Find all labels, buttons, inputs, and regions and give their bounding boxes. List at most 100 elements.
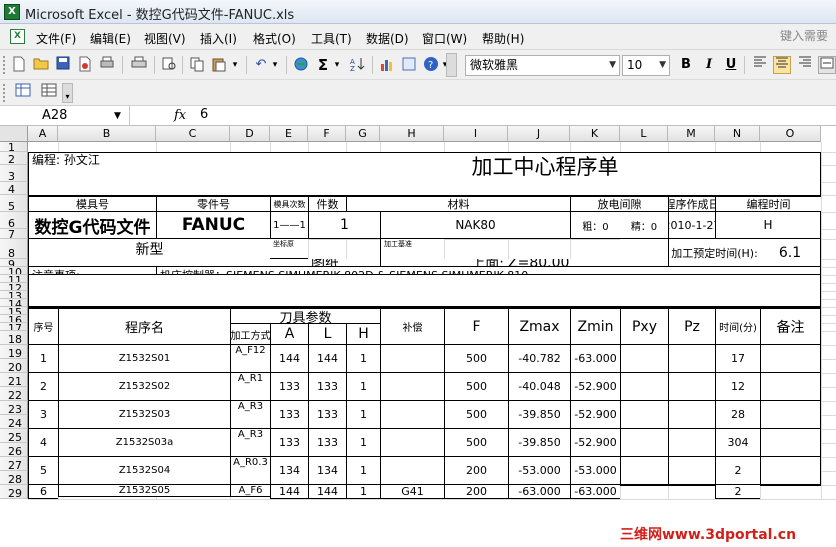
program-l[interactable]: 144 <box>308 485 346 499</box>
program-h[interactable]: 1 <box>346 345 380 373</box>
row-header[interactable]: 28 <box>0 471 28 485</box>
save-icon[interactable] <box>54 56 72 74</box>
column-header[interactable]: H <box>380 126 444 142</box>
toolbar-grip[interactable] <box>3 84 6 102</box>
header-material[interactable]: 材料 <box>346 195 570 212</box>
program-a[interactable]: 133 <box>270 429 308 457</box>
header-program-time[interactable]: 编程时间 <box>715 195 821 212</box>
help-icon[interactable]: ? <box>422 56 440 74</box>
coord-origin-label[interactable]: 坐标原 <box>270 239 308 259</box>
program-comp[interactable] <box>380 457 444 485</box>
column-header[interactable]: D <box>230 126 270 142</box>
new-file-icon[interactable] <box>10 56 28 74</box>
toolbar-grip[interactable] <box>3 56 6 74</box>
controller-cell[interactable]: 机床控制器：SIEMENS SIMUMERIK 802D & SIEMENS S… <box>156 267 821 275</box>
row-header[interactable]: 16 <box>0 315 28 323</box>
program-f[interactable]: 200 <box>444 457 508 485</box>
chevron-down-icon[interactable]: ▼ <box>609 56 616 75</box>
row-header[interactable]: 21 <box>0 373 28 387</box>
toolbar-overflow-button[interactable] <box>446 53 457 77</box>
print-preview-icon[interactable] <box>98 56 116 74</box>
program-name[interactable]: Z1532S05 <box>58 485 230 497</box>
program-remarks[interactable] <box>760 345 821 373</box>
header-pxy[interactable]: Pxy <box>620 307 668 345</box>
row-header[interactable]: 19 <box>0 345 28 359</box>
header-pz[interactable]: Pz <box>668 307 715 345</box>
program-name[interactable]: Z1532S01 <box>58 345 230 373</box>
column-header[interactable]: A <box>28 126 58 142</box>
row-header[interactable]: 7 <box>0 229 28 239</box>
menu-help[interactable]: 帮助(H) <box>482 30 524 47</box>
program-time[interactable]: 304 <box>715 429 760 457</box>
program-remarks[interactable] <box>760 457 821 485</box>
row-header[interactable]: 25 <box>0 429 28 443</box>
row-header[interactable]: 8 <box>0 239 28 259</box>
header-part-no[interactable]: 零件号 <box>156 195 270 212</box>
program-seq[interactable]: 4 <box>28 429 58 457</box>
fine-gap-value[interactable]: 精：0 <box>620 212 668 239</box>
menu-edit[interactable]: 编辑(E) <box>90 30 131 47</box>
program-zmax[interactable]: -39.850 <box>508 429 570 457</box>
program-time[interactable]: 17 <box>715 345 760 373</box>
row-header[interactable]: 3 <box>0 165 28 182</box>
program-seq[interactable]: 6 <box>28 485 58 499</box>
mold-number-value[interactable]: 数控G代码文件 <box>28 212 156 239</box>
column-header[interactable]: E <box>270 126 308 142</box>
header-edm-gap[interactable]: 放电间隙 <box>570 195 668 212</box>
part-number-value[interactable]: FANUC <box>156 212 270 239</box>
menu-file[interactable]: 文件(F) <box>36 30 76 47</box>
program-a[interactable]: 144 <box>270 345 308 373</box>
row-header[interactable]: 18 <box>0 331 28 345</box>
worksheet-grid[interactable]: ABCDEFGHIJKLMNO 1 2 3 4 5 6 7 8 9 10 11 12 13 14 15 16 1… <box>0 126 836 547</box>
program-pxy[interactable] <box>620 373 668 401</box>
header-remarks[interactable]: 备注 <box>760 307 821 345</box>
autosum-icon[interactable]: Σ <box>314 56 332 74</box>
menu-data[interactable]: 数据(D) <box>366 30 409 47</box>
sort-ascending-icon[interactable]: AZ <box>348 56 366 74</box>
program-remarks[interactable] <box>760 429 821 457</box>
row-header[interactable]: 20 <box>0 359 28 373</box>
row-header[interactable]: 5 <box>0 195 28 212</box>
row-header[interactable]: 29 <box>0 485 28 499</box>
row-header[interactable]: 2 <box>0 152 28 165</box>
program-pxy[interactable] <box>620 457 668 485</box>
header-a[interactable]: A <box>270 323 308 345</box>
research-icon[interactable] <box>160 56 178 74</box>
program-method[interactable]: A_R3 <box>230 429 270 457</box>
program-zmin[interactable]: -52.900 <box>570 401 620 429</box>
column-header[interactable]: L <box>620 126 668 142</box>
grid-view-icon[interactable] <box>40 83 58 101</box>
underline-button[interactable]: U <box>722 56 740 74</box>
notes-label[interactable]: 注意事项: <box>28 267 156 275</box>
program-method[interactable]: A_F6 <box>230 485 270 497</box>
row-header[interactable]: 22 <box>0 387 28 401</box>
program-comp[interactable] <box>380 401 444 429</box>
row-header[interactable]: 11 <box>0 275 28 283</box>
base-label[interactable]: 加工基准 <box>380 239 444 259</box>
program-h[interactable]: 1 <box>346 373 380 401</box>
program-name[interactable]: Z1532S03a <box>58 429 230 457</box>
program-comp[interactable] <box>380 429 444 457</box>
program-zmin[interactable]: -63.000 <box>570 485 620 499</box>
open-folder-icon[interactable] <box>32 56 50 74</box>
chevron-down-icon[interactable]: ▼ <box>114 106 121 126</box>
header-mold-no[interactable]: 模具号 <box>28 195 156 212</box>
date-value[interactable]: 2010-1-27 <box>668 212 715 239</box>
program-time[interactable]: 12 <box>715 373 760 401</box>
column-header[interactable]: F <box>308 126 346 142</box>
top-label[interactable]: 上面: <box>380 259 508 267</box>
paste-dropdown-icon[interactable]: ▾ <box>230 56 240 74</box>
program-pxy[interactable] <box>620 485 668 486</box>
program-h[interactable]: 1 <box>346 401 380 429</box>
column-header[interactable]: G <box>346 126 380 142</box>
program-zmax[interactable]: -53.000 <box>508 457 570 485</box>
header-zmin[interactable]: Zmin <box>570 307 620 345</box>
program-f[interactable]: 500 <box>444 401 508 429</box>
column-header[interactable]: C <box>156 126 230 142</box>
program-pxy[interactable] <box>620 401 668 429</box>
column-header[interactable]: K <box>570 126 620 142</box>
drawing-icon[interactable] <box>400 56 418 74</box>
align-left-icon[interactable] <box>751 56 769 74</box>
program-zmin[interactable]: -52.900 <box>570 429 620 457</box>
program-remarks[interactable] <box>760 401 821 429</box>
